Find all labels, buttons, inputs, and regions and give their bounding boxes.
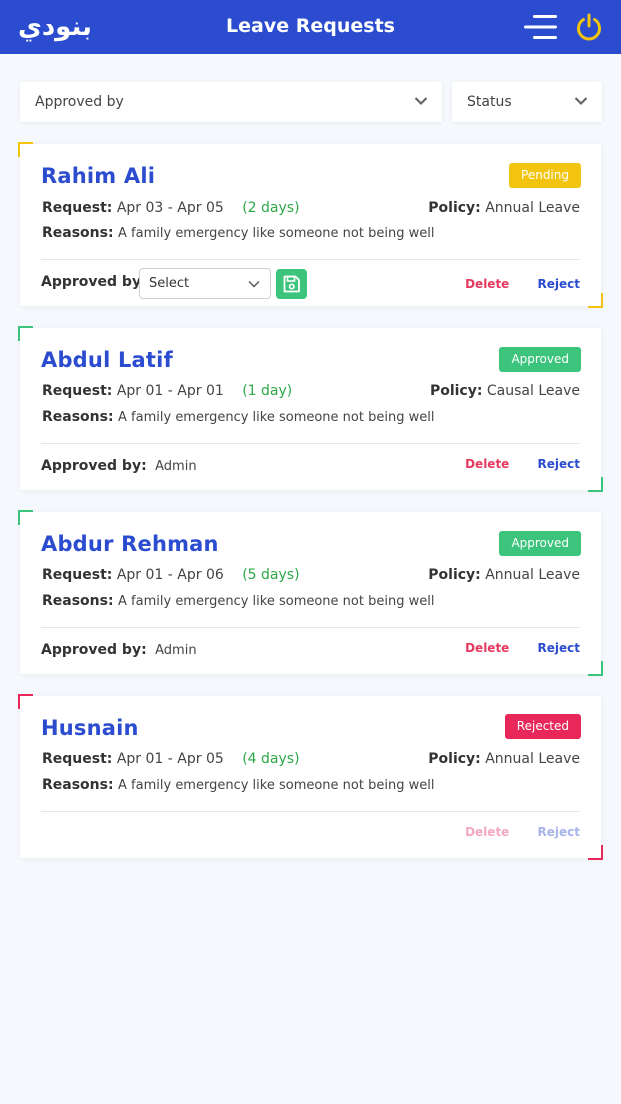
request-row: Request: Apr 01 - Apr 05 (4 days) <box>42 751 300 767</box>
card-corner-accent <box>588 845 603 860</box>
request-label: Request: <box>42 383 113 399</box>
card-corner-accent <box>588 661 603 676</box>
card-corner-accent <box>18 694 33 709</box>
reasons-row: Reasons: A family emergency like someone… <box>42 777 434 793</box>
request-row: Request: Apr 01 - Apr 06 (5 days) <box>42 567 300 583</box>
divider <box>41 627 580 628</box>
reject-button[interactable]: Reject <box>538 457 580 471</box>
divider <box>41 259 580 260</box>
request-dates: Apr 03 - Apr 05 <box>116 200 224 216</box>
delete-button[interactable]: Delete <box>465 277 509 291</box>
reasons-text: A family emergency like someone not bein… <box>118 594 435 609</box>
approved-by-filter[interactable]: Approved by <box>20 82 442 122</box>
request-days: (1 day) <box>242 383 293 399</box>
reject-button[interactable]: Reject <box>538 825 580 839</box>
reasons-label: Reasons: <box>42 409 114 425</box>
card-corner-accent <box>18 510 33 525</box>
reasons-text: A family emergency like someone not bein… <box>118 410 435 425</box>
status-badge: Approved <box>499 531 581 556</box>
policy-label: Policy: <box>428 567 481 583</box>
status-filter[interactable]: Status <box>452 82 602 122</box>
approved-by-row: Approved by: <box>41 274 147 290</box>
reasons-label: Reasons: <box>42 777 114 793</box>
approved-by-label: Approved by: <box>41 642 147 658</box>
approver-name: Admin <box>155 459 197 474</box>
leave-request-card: Rahim Ali Pending Request: Apr 03 - Apr … <box>18 142 603 308</box>
approved-by-row: Approved by: Admin <box>41 458 197 474</box>
card-actions: Delete Reject <box>465 277 580 291</box>
reasons-label: Reasons: <box>42 593 114 609</box>
reasons-text: A family emergency like someone not bein… <box>118 778 435 793</box>
request-label: Request: <box>42 751 113 767</box>
approved-by-row: Approved by: Admin <box>41 642 197 658</box>
top-bar: بنودي Leave Requests <box>0 0 621 54</box>
save-button[interactable] <box>276 269 307 299</box>
policy-value: Causal Leave <box>486 383 580 399</box>
policy-row: Policy: Annual Leave <box>428 567 580 583</box>
request-row: Request: Apr 01 - Apr 01 (1 day) <box>42 383 292 399</box>
approved-by-label: Approved by: <box>41 458 147 474</box>
approver-select[interactable]: Select <box>139 268 271 299</box>
card-actions: Delete Reject <box>465 457 580 471</box>
policy-row: Policy: Causal Leave <box>430 383 580 399</box>
app-logo[interactable]: بنودي <box>18 10 92 44</box>
request-dates: Apr 01 - Apr 05 <box>116 751 224 767</box>
menu-lines-icon[interactable] <box>523 14 557 40</box>
leave-request-card: Abdul Latif Approved Request: Apr 01 - A… <box>18 326 603 492</box>
reasons-row: Reasons: A family emergency like someone… <box>42 409 434 425</box>
delete-button[interactable]: Delete <box>465 641 509 655</box>
reject-button[interactable]: Reject <box>538 277 580 291</box>
request-row: Request: Apr 03 - Apr 05 (2 days) <box>42 200 300 216</box>
request-days: (4 days) <box>242 751 300 767</box>
delete-button[interactable]: Delete <box>465 457 509 471</box>
divider <box>41 443 580 444</box>
request-label: Request: <box>42 567 113 583</box>
chevron-down-icon <box>248 281 260 288</box>
policy-row: Policy: Annual Leave <box>428 200 580 216</box>
card-corner-accent <box>18 142 33 157</box>
policy-label: Policy: <box>428 200 481 216</box>
employee-name: Husnain <box>41 716 139 740</box>
employee-name: Rahim Ali <box>41 164 156 188</box>
reasons-text: A family emergency like someone not bein… <box>118 226 435 241</box>
reasons-label: Reasons: <box>42 225 114 241</box>
reject-button[interactable]: Reject <box>538 641 580 655</box>
request-dates: Apr 01 - Apr 01 <box>116 383 224 399</box>
approver-select-value: Select <box>149 276 190 291</box>
reasons-row: Reasons: A family emergency like someone… <box>42 593 434 609</box>
request-days: (5 days) <box>242 567 300 583</box>
policy-value: Annual Leave <box>485 751 580 767</box>
chevron-down-icon <box>574 97 588 106</box>
leave-request-card: Husnain Rejected Request: Apr 01 - Apr 0… <box>18 694 603 860</box>
card-corner-accent <box>588 477 603 492</box>
floppy-disk-icon <box>283 275 300 293</box>
request-days: (2 days) <box>242 200 300 216</box>
policy-value: Annual Leave <box>485 567 580 583</box>
card-corner-accent <box>588 293 603 308</box>
approver-name: Admin <box>155 643 197 658</box>
status-badge: Rejected <box>504 714 581 739</box>
policy-row: Policy: Annual Leave <box>428 751 580 767</box>
divider <box>41 811 580 812</box>
policy-value: Annual Leave <box>485 200 580 216</box>
policy-label: Policy: <box>428 751 481 767</box>
request-dates: Apr 01 - Apr 06 <box>116 567 224 583</box>
employee-name: Abdur Rehman <box>41 532 219 556</box>
approved-by-filter-label: Approved by <box>35 94 124 110</box>
status-badge: Pending <box>509 163 581 188</box>
delete-button[interactable]: Delete <box>465 825 509 839</box>
employee-name: Abdul Latif <box>41 348 173 372</box>
leave-request-card: Abdur Rehman Approved Request: Apr 01 - … <box>18 510 603 676</box>
reasons-row: Reasons: A family emergency like someone… <box>42 225 434 241</box>
card-actions: Delete Reject <box>465 641 580 655</box>
request-label: Request: <box>42 200 113 216</box>
policy-label: Policy: <box>429 383 483 399</box>
chevron-down-icon <box>414 97 428 106</box>
power-icon[interactable] <box>574 12 604 42</box>
status-badge: Approved <box>499 347 581 372</box>
card-corner-accent <box>18 326 33 341</box>
card-actions: Delete Reject <box>465 825 580 839</box>
status-filter-label: Status <box>467 94 512 110</box>
approved-by-label: Approved by: <box>41 274 147 290</box>
